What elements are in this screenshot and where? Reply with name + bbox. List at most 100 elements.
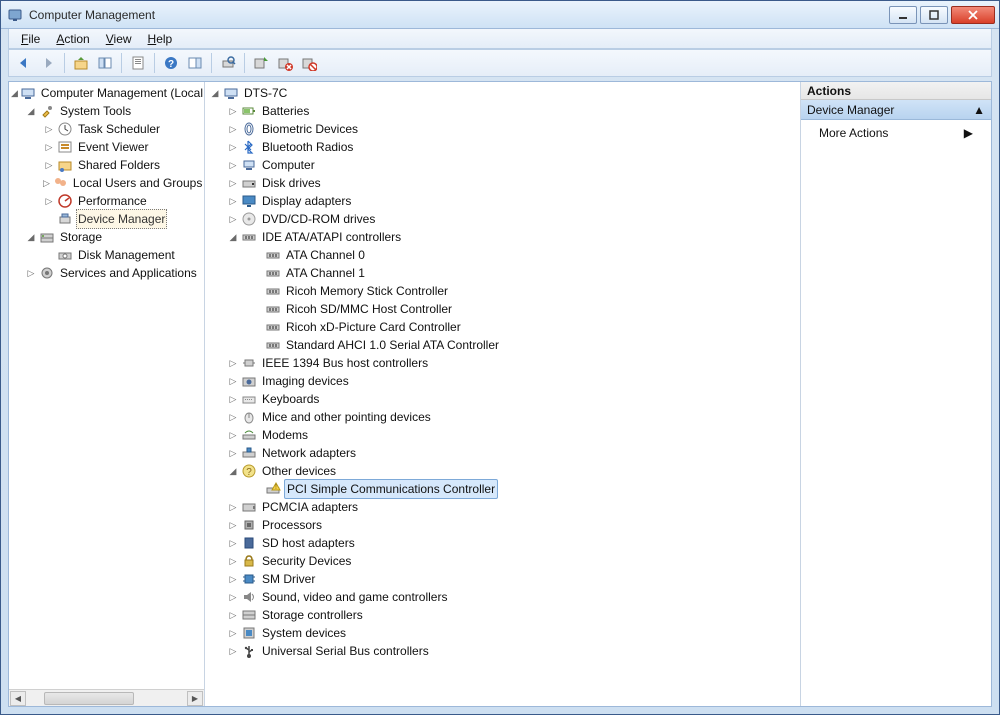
tree-expand-icon[interactable]: ▷ <box>227 195 239 207</box>
show-hide-tree-button[interactable] <box>94 52 116 74</box>
tree-expand-icon[interactable]: ▷ <box>227 375 239 387</box>
tree-expand-icon[interactable]: ▷ <box>227 159 239 171</box>
tree-expand-icon[interactable]: ▷ <box>227 177 239 189</box>
tree-expand-icon[interactable]: ▷ <box>227 573 239 585</box>
device-node-security[interactable]: ▷Security Devices <box>205 552 800 570</box>
up-button[interactable] <box>70 52 92 74</box>
properties-button[interactable] <box>127 52 149 74</box>
device-node-displayAdapters[interactable]: ▷Display adapters <box>205 192 800 210</box>
device-node-sysdev[interactable]: ▷System devices <box>205 624 800 642</box>
tree-expand-icon[interactable]: ▷ <box>227 357 239 369</box>
device-node-keyboards[interactable]: ▷Keyboards <box>205 390 800 408</box>
tree-collapse-icon[interactable]: ◢ <box>25 231 37 243</box>
device-node-modems[interactable]: ▷Modems <box>205 426 800 444</box>
menu-view[interactable]: View <box>98 30 140 48</box>
tree-task-scheduler[interactable]: ▷Task Scheduler <box>9 120 204 138</box>
tree-expand-icon[interactable]: ▷ <box>227 105 239 117</box>
device-node-pcmcia[interactable]: ▷PCMCIA adapters <box>205 498 800 516</box>
tree-expand-icon[interactable]: ▷ <box>227 447 239 459</box>
tree-expand-icon[interactable]: ▷ <box>25 267 37 279</box>
update-driver-button[interactable] <box>250 52 272 74</box>
device-node-network[interactable]: ▷Network adapters <box>205 444 800 462</box>
tree-expand-icon[interactable]: ▷ <box>227 429 239 441</box>
tree-expand-icon[interactable]: ▷ <box>227 627 239 639</box>
device-node-ricohMs[interactable]: Ricoh Memory Stick Controller <box>205 282 800 300</box>
uninstall-button[interactable] <box>274 52 296 74</box>
device-node-sound[interactable]: ▷Sound, video and game controllers <box>205 588 800 606</box>
menu-action[interactable]: Action <box>48 30 97 48</box>
tree-root[interactable]: ◢ Computer Management (Local <box>9 84 204 102</box>
tree-expand-icon[interactable]: ▷ <box>43 159 55 171</box>
disable-button[interactable] <box>298 52 320 74</box>
tree-local-users[interactable]: ▷Local Users and Groups <box>9 174 204 192</box>
scroll-right-button[interactable]: ▶ <box>187 691 203 706</box>
tree-expand-icon[interactable]: ▷ <box>227 609 239 621</box>
device-node-usb[interactable]: ▷Universal Serial Bus controllers <box>205 642 800 660</box>
device-node-ata1[interactable]: ATA Channel 1 <box>205 264 800 282</box>
device-node-pciSimple[interactable]: !PCI Simple Communications Controller <box>205 480 800 498</box>
device-tree[interactable]: ◢DTS-7C▷Batteries▷Biometric Devices▷Blue… <box>205 82 800 706</box>
device-node-dvd[interactable]: ▷DVD/CD-ROM drives <box>205 210 800 228</box>
tree-expand-icon[interactable]: ▷ <box>227 555 239 567</box>
tree-expand-icon[interactable]: ▷ <box>43 123 55 135</box>
forward-button[interactable] <box>37 52 59 74</box>
tree-expand-icon[interactable]: ▷ <box>43 141 55 153</box>
scroll-left-button[interactable]: ◀ <box>10 691 26 706</box>
horizontal-scrollbar[interactable]: ◀ ▶ <box>9 689 204 706</box>
tree-system-tools[interactable]: ◢ System Tools <box>9 102 204 120</box>
back-button[interactable] <box>13 52 35 74</box>
device-node-smdriver[interactable]: ▷SM Driver <box>205 570 800 588</box>
device-node-batteries[interactable]: ▷Batteries <box>205 102 800 120</box>
tree-storage[interactable]: ◢Storage <box>9 228 204 246</box>
tree-expand-icon[interactable]: ▷ <box>227 411 239 423</box>
tree-collapse-icon[interactable]: ◢ <box>209 87 221 99</box>
tree-collapse-icon[interactable]: ◢ <box>227 465 239 477</box>
device-node-ahci[interactable]: Standard AHCI 1.0 Serial ATA Controller <box>205 336 800 354</box>
console-tree[interactable]: ◢ Computer Management (Local ◢ System To… <box>9 82 204 689</box>
device-node-diskdrives[interactable]: ▷Disk drives <box>205 174 800 192</box>
maximize-button[interactable] <box>920 6 948 24</box>
tree-expand-icon[interactable]: ▷ <box>227 393 239 405</box>
device-node-mice[interactable]: ▷Mice and other pointing devices <box>205 408 800 426</box>
tree-collapse-icon[interactable]: ◢ <box>25 105 37 117</box>
device-node-ata0[interactable]: ATA Channel 0 <box>205 246 800 264</box>
menu-help[interactable]: Help <box>140 30 181 48</box>
tree-expand-icon[interactable]: ▷ <box>43 195 55 207</box>
tree-expand-icon[interactable]: ▷ <box>227 591 239 603</box>
scan-hardware-button[interactable] <box>217 52 239 74</box>
scroll-thumb[interactable] <box>44 692 134 705</box>
tree-expand-icon[interactable]: ▷ <box>227 141 239 153</box>
close-button[interactable] <box>951 6 995 24</box>
device-node-computer[interactable]: ▷Computer <box>205 156 800 174</box>
tree-performance[interactable]: ▷Performance <box>9 192 204 210</box>
device-node-otherDevices[interactable]: ◢?Other devices <box>205 462 800 480</box>
device-node-ricohXd[interactable]: Ricoh xD-Picture Card Controller <box>205 318 800 336</box>
device-node-root[interactable]: ◢DTS-7C <box>205 84 800 102</box>
minimize-button[interactable] <box>889 6 917 24</box>
tree-shared-folders[interactable]: ▷Shared Folders <box>9 156 204 174</box>
tree-expand-icon[interactable]: ▷ <box>227 501 239 513</box>
device-node-ide[interactable]: ◢IDE ATA/ATAPI controllers <box>205 228 800 246</box>
device-node-processors[interactable]: ▷Processors <box>205 516 800 534</box>
device-node-ieee1394[interactable]: ▷IEEE 1394 Bus host controllers <box>205 354 800 372</box>
tree-collapse-icon[interactable]: ◢ <box>11 87 18 99</box>
tree-event-viewer[interactable]: ▷Event Viewer <box>9 138 204 156</box>
tree-expand-icon[interactable]: ▷ <box>227 213 239 225</box>
help-button[interactable]: ? <box>160 52 182 74</box>
action-pane-button[interactable] <box>184 52 206 74</box>
device-node-sdhost[interactable]: ▷SD host adapters <box>205 534 800 552</box>
tree-expand-icon[interactable]: ▷ <box>43 177 50 189</box>
tree-device-manager[interactable]: Device Manager <box>9 210 204 228</box>
tree-services-apps[interactable]: ▷Services and Applications <box>9 264 204 282</box>
device-node-bluetooth[interactable]: ▷Bluetooth Radios <box>205 138 800 156</box>
menu-file[interactable]: File <box>13 30 48 48</box>
tree-collapse-icon[interactable]: ◢ <box>227 231 239 243</box>
tree-expand-icon[interactable]: ▷ <box>227 537 239 549</box>
device-node-biometric[interactable]: ▷Biometric Devices <box>205 120 800 138</box>
device-node-imaging[interactable]: ▷Imaging devices <box>205 372 800 390</box>
tree-disk-management[interactable]: Disk Management <box>9 246 204 264</box>
more-actions-item[interactable]: More Actions ▶ <box>801 120 991 146</box>
device-node-storageCtl[interactable]: ▷Storage controllers <box>205 606 800 624</box>
tree-expand-icon[interactable]: ▷ <box>227 123 239 135</box>
tree-expand-icon[interactable]: ▷ <box>227 519 239 531</box>
